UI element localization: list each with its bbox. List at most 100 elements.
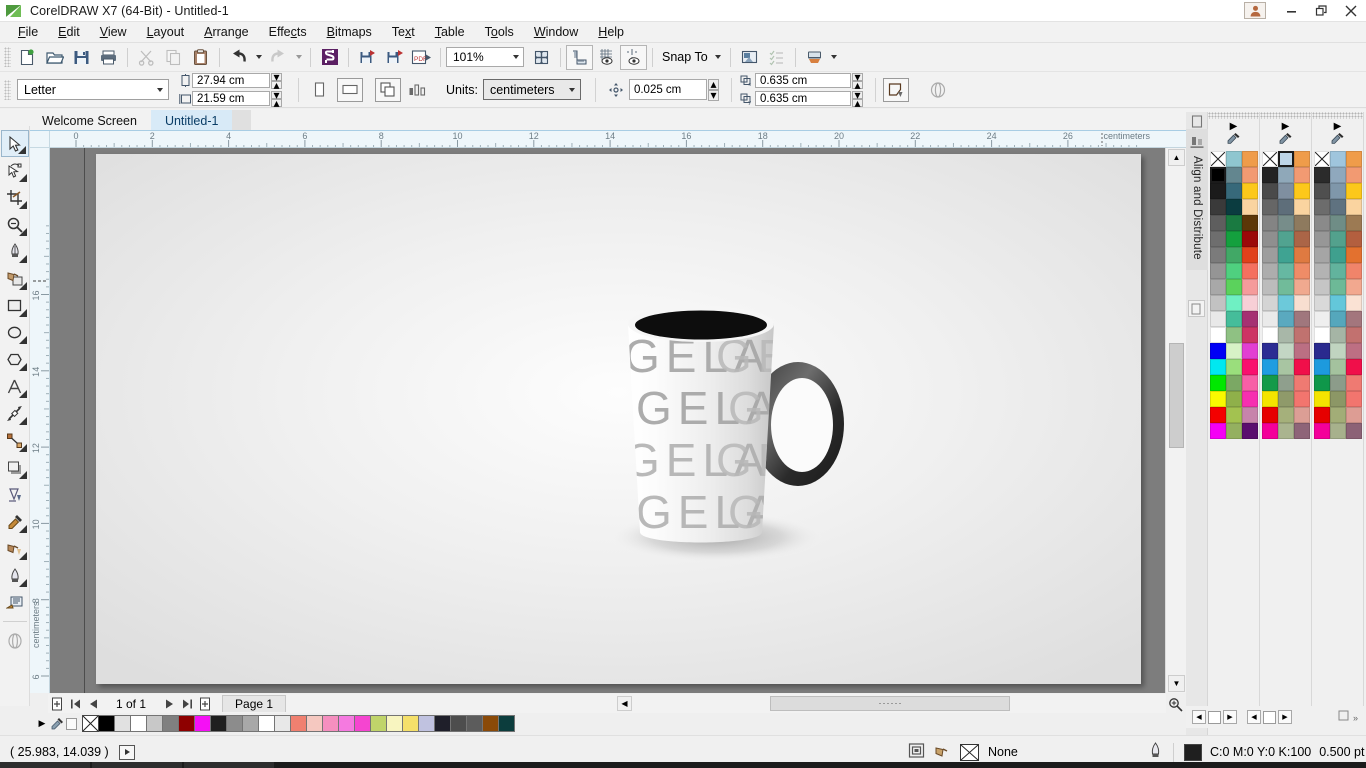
- palette-swatch[interactable]: [1345, 183, 1362, 199]
- menu-effects[interactable]: Effects: [259, 23, 317, 41]
- palette-swatch[interactable]: [1225, 359, 1242, 375]
- application-launcher-icon[interactable]: [801, 45, 828, 70]
- palette-swatch[interactable]: [1241, 279, 1258, 295]
- canvas-horizontal-scrollbar[interactable]: ◀: [615, 694, 1166, 713]
- palette-swatch[interactable]: [1209, 375, 1226, 391]
- palette-swatch[interactable]: [1261, 311, 1278, 327]
- palette-swatch[interactable]: [1345, 247, 1362, 263]
- outline-color-swatch[interactable]: [1184, 743, 1202, 761]
- no-color-swatch[interactable]: [82, 715, 99, 732]
- palette-swatch[interactable]: [338, 715, 355, 732]
- propertybar-grip[interactable]: [4, 79, 11, 100]
- palette-swatch[interactable]: [1209, 263, 1226, 279]
- palette-grid-2[interactable]: [1260, 151, 1311, 439]
- coffee-mug-artwork[interactable]: GELASGELASGELASGELASGELASGELASGELASGELAS: [566, 294, 866, 594]
- wireframe-icon[interactable]: [925, 78, 951, 102]
- palette-swatch[interactable]: [1261, 215, 1278, 231]
- palette-swatch-box[interactable]: [66, 717, 77, 730]
- palette-swatch[interactable]: [1209, 359, 1226, 375]
- units-combo[interactable]: centimeters: [482, 79, 581, 100]
- palette-swatch[interactable]: [1329, 391, 1346, 407]
- palette-swatch[interactable]: [1313, 311, 1330, 327]
- paste-clipboard-icon[interactable]: [187, 45, 214, 70]
- palette-scroll-left-icon[interactable]: ◀: [1247, 710, 1261, 724]
- palette-swatch[interactable]: [1277, 295, 1294, 311]
- palette-scroll-arrow-icon[interactable]: ▶: [1282, 122, 1290, 132]
- bottom-color-palette[interactable]: ▶: [36, 714, 556, 733]
- palette-swatch[interactable]: [1277, 391, 1294, 407]
- palette-swatch[interactable]: [1313, 359, 1330, 375]
- palette-swatch[interactable]: [130, 715, 147, 732]
- palette-swatch[interactable]: [1293, 311, 1310, 327]
- palette-swatch[interactable]: [258, 715, 275, 732]
- zoom-to-fit-icon[interactable]: [1168, 697, 1183, 715]
- palette-swatch[interactable]: [1261, 247, 1278, 263]
- palette-swatch[interactable]: [114, 715, 131, 732]
- menu-tools[interactable]: Tools: [475, 23, 524, 41]
- palette-swatch[interactable]: [1209, 391, 1226, 407]
- minimize-button[interactable]: [1276, 0, 1306, 22]
- collapse-docker-icon[interactable]: [1186, 112, 1207, 129]
- palette-swatch[interactable]: [1277, 167, 1294, 183]
- palette-swatch[interactable]: [1277, 247, 1294, 263]
- palette-swatch[interactable]: [1241, 423, 1258, 439]
- palette-swatch[interactable]: [1313, 279, 1330, 295]
- palette-swatch[interactable]: [162, 715, 179, 732]
- eyedropper-icon[interactable]: [48, 717, 66, 731]
- palette-swatch-none[interactable]: [1209, 151, 1226, 167]
- menu-bitmaps[interactable]: Bitmaps: [317, 23, 382, 41]
- palette-swatch[interactable]: [1225, 263, 1242, 279]
- palette-swatch-none[interactable]: [1313, 151, 1330, 167]
- palette-swatch[interactable]: [1329, 279, 1346, 295]
- document-page[interactable]: GELASGELASGELASGELASGELASGELASGELASGELAS: [96, 154, 1141, 684]
- palette-swatch[interactable]: [1261, 407, 1278, 423]
- palette-swatch-1[interactable]: [1208, 710, 1221, 724]
- palette-swatch[interactable]: [386, 715, 403, 732]
- palette-column-2[interactable]: ▶: [1260, 112, 1312, 712]
- palette-swatch[interactable]: [1241, 327, 1258, 343]
- full-screen-preview-icon[interactable]: [528, 45, 555, 70]
- palette-swatch[interactable]: [1329, 375, 1346, 391]
- palette-swatch[interactable]: [1313, 183, 1330, 199]
- palette-swatch[interactable]: [1277, 343, 1294, 359]
- palette-swatch[interactable]: [1329, 423, 1346, 439]
- palette-swatch[interactable]: [370, 715, 387, 732]
- palette-swatch[interactable]: [1293, 183, 1310, 199]
- page-height-value[interactable]: 21.59 cm: [192, 91, 270, 106]
- palette-swatch[interactable]: [1293, 359, 1310, 375]
- palette-swatch[interactable]: [1225, 279, 1242, 295]
- palette-swatch[interactable]: [1293, 279, 1310, 295]
- palette-swatch[interactable]: [1293, 343, 1310, 359]
- palette-swatch[interactable]: [482, 715, 499, 732]
- palette-swatch[interactable]: [1225, 247, 1242, 263]
- palette-swatch[interactable]: [1209, 327, 1226, 343]
- palette-swatch[interactable]: [1241, 247, 1258, 263]
- palette-swatch[interactable]: [1261, 343, 1278, 359]
- palette-scroll-arrow-icon[interactable]: ▶: [1230, 122, 1238, 132]
- palette-swatch[interactable]: [1329, 407, 1346, 423]
- palette-swatch[interactable]: [1345, 231, 1362, 247]
- show-guidelines-icon[interactable]: [620, 44, 647, 70]
- palette-swatch[interactable]: [1261, 423, 1278, 439]
- palette-swatch[interactable]: [1313, 327, 1330, 343]
- color-palette-columns[interactable]: ▶ ▶ ▶: [1208, 112, 1366, 712]
- palette-column-1[interactable]: ▶: [1208, 112, 1260, 712]
- palette-prev-icon[interactable]: ◀: [1192, 710, 1206, 724]
- text-tool-icon[interactable]: [1, 373, 29, 400]
- options-icon[interactable]: [736, 45, 763, 70]
- palette-swatch[interactable]: [1277, 311, 1294, 327]
- add-page-before-icon[interactable]: [48, 695, 66, 712]
- palette-swatch[interactable]: [1293, 247, 1310, 263]
- palette-swatch[interactable]: [1241, 167, 1258, 183]
- restore-button[interactable]: [1306, 0, 1336, 22]
- zoom-tool-icon[interactable]: [1, 211, 29, 238]
- palette-swatch[interactable]: [1329, 343, 1346, 359]
- palette-scroll-arrow-icon[interactable]: ▶: [36, 718, 48, 729]
- palette-swatch[interactable]: [1277, 359, 1294, 375]
- palette-swatch[interactable]: [1277, 423, 1294, 439]
- palette-swatch[interactable]: [1225, 391, 1242, 407]
- freehand-pen-tool-icon[interactable]: [1, 238, 29, 265]
- nudge-value[interactable]: 0.025 cm: [628, 79, 707, 100]
- palette-swatch[interactable]: [1225, 167, 1242, 183]
- palette-swatch[interactable]: [1313, 263, 1330, 279]
